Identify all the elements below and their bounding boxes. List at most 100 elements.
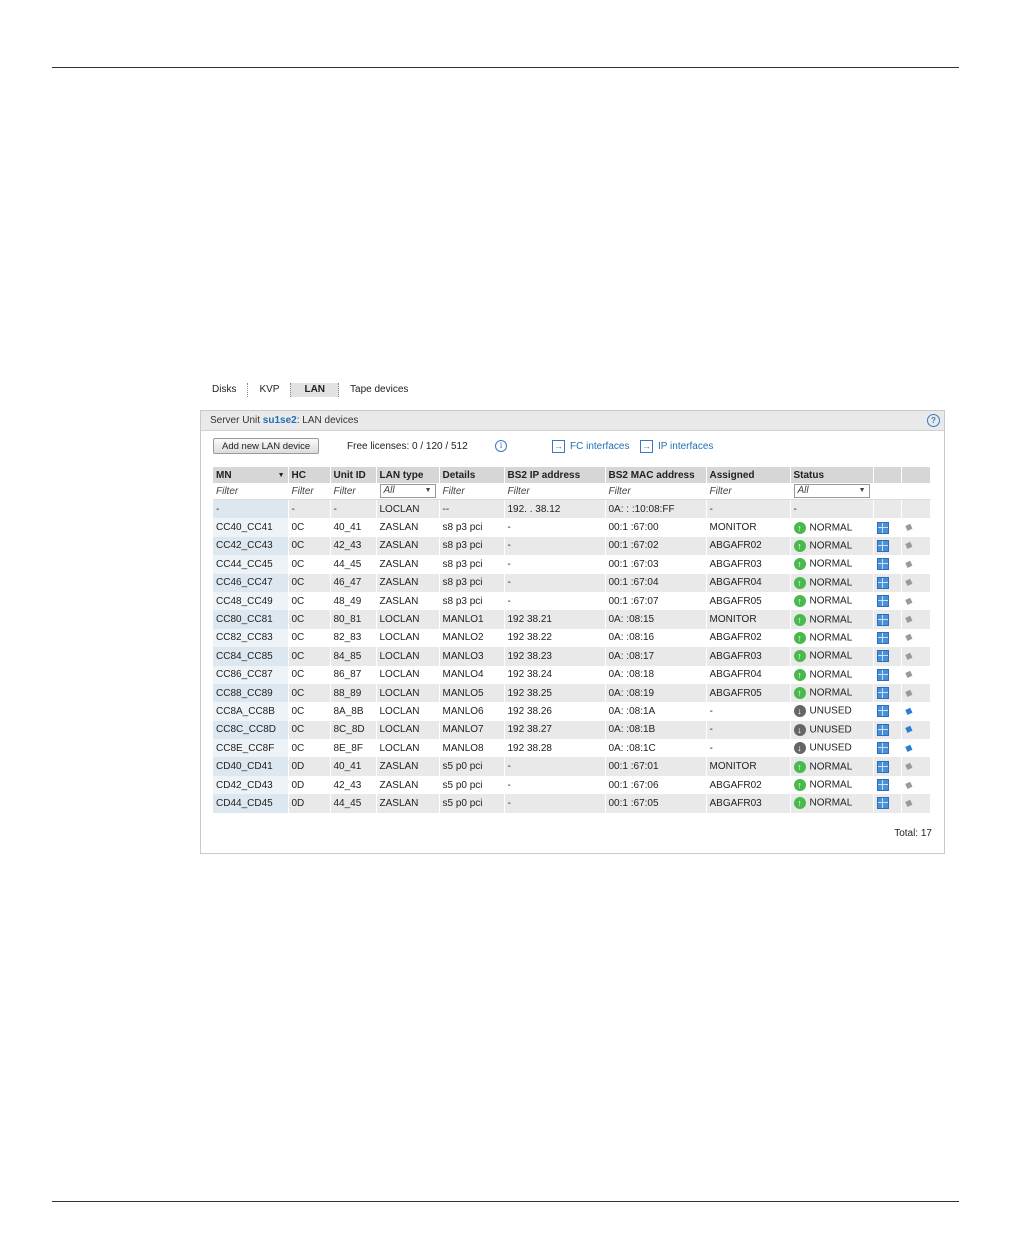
pencil-icon[interactable]: ◆: [903, 742, 914, 755]
col-bs2-mac[interactable]: BS2 MAC address: [605, 467, 707, 483]
cell-bs2-mac: 00:1 :67:02: [605, 536, 707, 556]
filter-details[interactable]: Filter: [439, 483, 505, 500]
table-row[interactable]: CC84_CC85 0C 84_85 LOCLAN MANLO3 192 38.23 0A:…: [213, 647, 931, 666]
filter-lan-type-select[interactable]: All: [379, 484, 436, 498]
fc-interfaces-label: FC interfaces: [570, 441, 630, 452]
grid-icon[interactable]: [876, 668, 889, 681]
cell-bs2-ip: -: [504, 518, 606, 537]
filter-status-select[interactable]: All: [793, 484, 870, 498]
cell-edit-action: ◆: [901, 536, 931, 556]
table-row[interactable]: CC40_CC41 0C 40_41 ZASLAN s8 p3 pci -00:1 :67…: [213, 518, 931, 537]
pencil-icon[interactable]: ◆: [903, 760, 914, 773]
cell-detail-action: [873, 683, 902, 703]
table-row[interactable]: - - - LOCLAN -- 192. . 38.12 0A: : :10:08:FF - -: [213, 499, 931, 519]
filter-bs2-ip[interactable]: Filter: [504, 483, 606, 500]
pencil-icon[interactable]: ◆: [903, 595, 914, 608]
cell-bs2-ip: 192 38.27: [504, 720, 606, 740]
table-row[interactable]: CD44_CD45 0D 44_45 ZASLAN s5 p0 pci -00:1 :67…: [213, 794, 931, 813]
grid-icon[interactable]: [876, 558, 889, 571]
cell-status: ↑ NORMAL: [790, 665, 874, 684]
table-row[interactable]: CC42_CC43 0C 42_43 ZASLAN s8 p3 pci -00:1 :67…: [213, 536, 931, 556]
table-row[interactable]: CC88_CC89 0C 88_89 LOCLAN MANLO5 192 38.25 0A:…: [213, 683, 931, 703]
table-row[interactable]: CC8C_CC8D 0C 8C_8D LOCLAN MANLO7 192 38.27 0A:…: [213, 720, 931, 740]
pencil-icon[interactable]: ◆: [903, 613, 914, 626]
table-row[interactable]: CC48_CC49 0C 48_49 ZASLAN s8 p3 pci -00:1 :67…: [213, 591, 931, 611]
table-row[interactable]: CC8E_CC8F 0C 8E_8F LOCLAN MANLO8 192 38.28 0A:…: [213, 739, 931, 758]
tab-disks[interactable]: Disks: [212, 383, 249, 397]
pencil-icon[interactable]: ◆: [903, 723, 914, 736]
filter-mn[interactable]: Filter: [213, 483, 289, 500]
pencil-icon[interactable]: ◆: [903, 576, 914, 589]
grid-icon[interactable]: [876, 613, 889, 626]
help-icon[interactable]: ?: [927, 414, 940, 427]
cell-details: --: [439, 499, 505, 519]
pencil-icon[interactable]: ◆: [903, 558, 914, 571]
grid-icon[interactable]: [876, 576, 889, 589]
grid-icon[interactable]: [876, 631, 889, 644]
pencil-icon[interactable]: ◆: [903, 631, 914, 644]
ip-interfaces-label: IP interfaces: [658, 441, 714, 452]
pencil-icon[interactable]: ◆: [903, 521, 914, 534]
pencil-icon[interactable]: ◆: [903, 539, 914, 552]
table-row[interactable]: CC46_CC47 0C 46_47 ZASLAN s8 p3 pci -00:1 :67…: [213, 573, 931, 592]
col-assigned[interactable]: Assigned: [706, 467, 791, 483]
cell-detail-action: [873, 775, 902, 795]
grid-icon[interactable]: [876, 797, 889, 810]
fc-interfaces-link[interactable]: → FC interfaces: [552, 440, 629, 453]
ip-interfaces-link[interactable]: → IP interfaces: [640, 440, 713, 453]
col-lan-type[interactable]: LAN type: [376, 467, 440, 483]
table-row[interactable]: CC82_CC83 0C 82_83 LOCLAN MANLO2 192 38.22 0A:…: [213, 628, 931, 648]
cell-details: MANLO1: [439, 610, 505, 629]
cell-unit-id: 84_85: [330, 647, 377, 666]
arrow-up-circle-icon: ↑: [793, 539, 806, 552]
table-row[interactable]: CC8A_CC8B 0C 8A_8B LOCLAN MANLO6 192 38.26 0A:…: [213, 702, 931, 721]
info-icon[interactable]: i: [495, 440, 507, 452]
tab-kvp[interactable]: KVP: [248, 383, 292, 397]
table-row[interactable]: CD40_CD41 0D 40_41 ZASLAN s5 p0 pci -00:1 :67…: [213, 757, 931, 776]
cell-mn: CC8C_CC8D: [213, 720, 289, 740]
table-row[interactable]: CC80_CC81 0C 80_81 LOCLAN MANLO1 192 38.21 0A:…: [213, 610, 931, 629]
filter-unit-id[interactable]: Filter: [330, 483, 377, 500]
cell-details: s8 p3 pci: [439, 555, 505, 574]
grid-icon[interactable]: [876, 650, 889, 663]
pencil-icon[interactable]: ◆: [903, 797, 914, 810]
grid-icon[interactable]: [876, 779, 889, 792]
grid-icon[interactable]: [876, 705, 889, 718]
table-row[interactable]: CC44_CC45 0C 44_45 ZASLAN s8 p3 pci -00:1 :67…: [213, 555, 931, 574]
pencil-icon[interactable]: ◆: [903, 779, 914, 792]
cell-detail-action: [873, 518, 902, 537]
pencil-icon[interactable]: ◆: [903, 668, 914, 681]
grid-icon[interactable]: [876, 760, 889, 773]
pencil-icon[interactable]: ◆: [903, 650, 914, 663]
pencil-icon[interactable]: ◆: [903, 687, 914, 700]
col-hc[interactable]: HC: [288, 467, 331, 483]
add-lan-device-button[interactable]: Add new LAN device: [213, 438, 320, 454]
cell-bs2-ip: 192 38.21: [504, 610, 606, 629]
grid-icon[interactable]: [876, 742, 889, 755]
grid-icon[interactable]: [876, 595, 889, 608]
grid-icon[interactable]: [876, 539, 889, 552]
lan-devices-table: MN ▼ HC Unit ID LAN type Details BS2 IP a…: [213, 467, 931, 813]
grid-icon[interactable]: [876, 723, 889, 736]
col-mn[interactable]: MN ▼: [213, 467, 289, 483]
cell-mn: CC86_CC87: [213, 665, 289, 684]
col-unit-id[interactable]: Unit ID: [330, 467, 377, 483]
table-row[interactable]: CD42_CD43 0D 42_43 ZASLAN s5 p0 pci -00:1 :67…: [213, 775, 931, 795]
cell-status: -: [790, 499, 874, 519]
table-row[interactable]: CC86_CC87 0C 86_87 LOCLAN MANLO4 192 38.24 0A:…: [213, 665, 931, 684]
toolbar: Add new LAN device Free licenses: 0 / 12…: [213, 438, 932, 456]
col-status[interactable]: Status: [790, 467, 874, 483]
col-bs2-ip[interactable]: BS2 IP address: [504, 467, 606, 483]
tab-lan[interactable]: LAN: [290, 383, 340, 397]
grid-icon[interactable]: [876, 521, 889, 534]
cell-unit-id: 80_81: [330, 610, 377, 629]
col-details[interactable]: Details: [439, 467, 505, 483]
pencil-icon[interactable]: ◆: [903, 705, 914, 718]
grid-icon[interactable]: [876, 687, 889, 700]
server-unit-link[interactable]: su1se2: [263, 415, 297, 426]
arrow-down-circle-icon: ↓: [793, 705, 806, 718]
filter-assigned[interactable]: Filter: [706, 483, 791, 500]
filter-bs2-mac[interactable]: Filter: [605, 483, 707, 500]
filter-hc[interactable]: Filter: [288, 483, 331, 500]
tab-tape-devices[interactable]: Tape devices: [339, 383, 419, 397]
